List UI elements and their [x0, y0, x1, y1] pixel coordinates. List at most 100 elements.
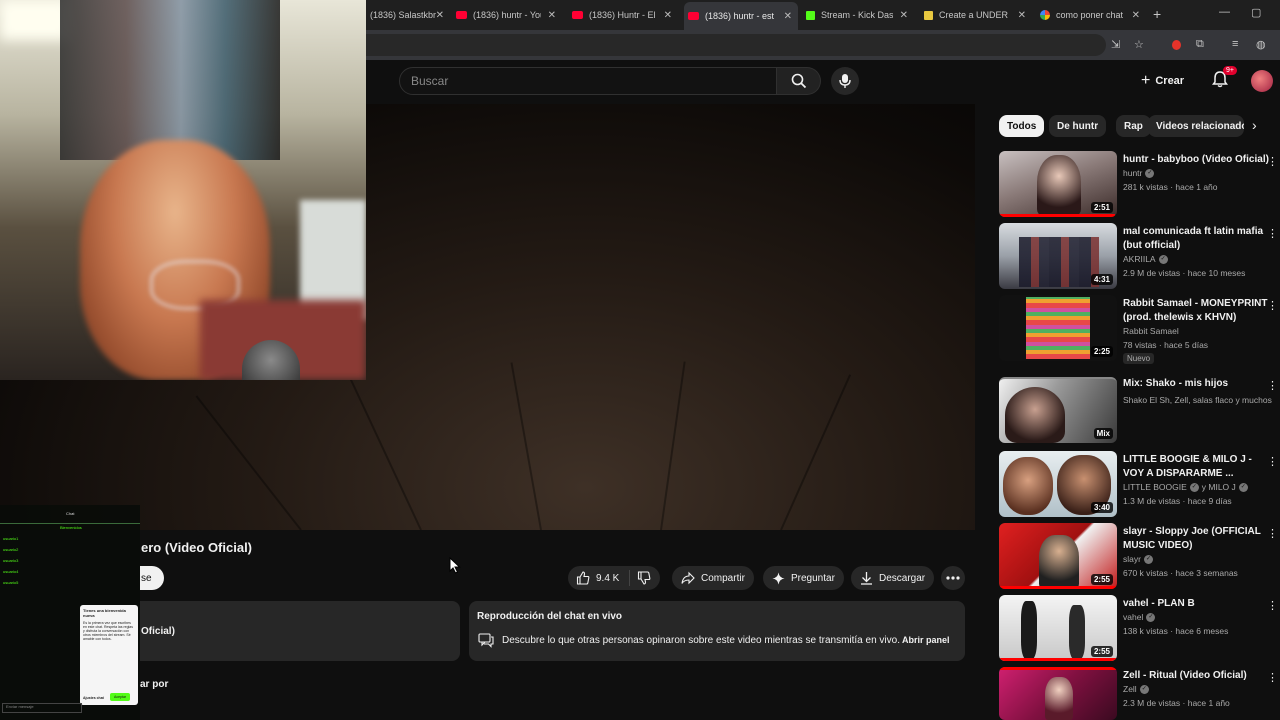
description-box[interactable]: Oficial) — [140, 601, 460, 661]
voice-search-button[interactable] — [831, 67, 859, 95]
close-tab-icon[interactable]: ✕ — [548, 10, 562, 21]
channel-name-row: Shako El Sh, Zell, salas flaco y muchos … — [1123, 395, 1273, 405]
live-chat-description: Descubre lo que otras personas opinaron … — [502, 635, 900, 646]
recommendation-item[interactable]: 2:55 slayr - Sloppy Joe (OFFICIAL MUSIC … — [999, 523, 1280, 591]
chip-videos-relacionados[interactable]: Videos relacionados — [1148, 115, 1244, 137]
chat-message: usuario3 — [3, 558, 18, 563]
chevron-right-icon[interactable]: › — [1252, 117, 1257, 133]
minimize-button[interactable]: — — [1219, 6, 1230, 18]
address-bar[interactable] — [366, 34, 1106, 56]
channel-name: Shako El Sh, Zell, salas flaco y muchos … — [1123, 395, 1273, 405]
video-thumbnail[interactable]: 2:55 — [999, 523, 1117, 589]
tab-huntr-youtube[interactable]: (1836) huntr - You ✕ — [452, 4, 562, 26]
comments-sort-by[interactable]: ar por — [140, 679, 168, 690]
watch-progress-bar — [999, 586, 1117, 589]
subscribe-button[interactable]: se — [140, 566, 164, 590]
tab-huntr-active[interactable]: (1836) huntr - est ✕ — [684, 2, 798, 30]
close-tab-icon[interactable]: ✕ — [900, 10, 914, 21]
more-vertical-icon[interactable]: ⋮ — [1267, 379, 1278, 392]
search-button[interactable] — [777, 67, 821, 95]
profile-icon[interactable]: ◍ — [1256, 38, 1266, 51]
sparkle-icon — [772, 571, 785, 585]
recording-extension-icon[interactable] — [1172, 40, 1181, 50]
media-control-icon[interactable]: ≡ — [1232, 38, 1238, 50]
extensions-icon[interactable]: ⧉ — [1196, 38, 1204, 51]
recommendation-item[interactable]: 2:51 huntr - babyboo (Video Oficial) hun… — [999, 151, 1280, 219]
more-vertical-icon[interactable]: ⋮ — [1267, 299, 1278, 312]
video-thumbnail[interactable]: 2:55 — [999, 595, 1117, 661]
download-button[interactable]: Descargar — [851, 566, 935, 590]
close-tab-icon[interactable]: ✕ — [436, 10, 450, 21]
new-tab-button[interactable]: + — [1153, 6, 1161, 22]
share-label: Compartir — [701, 572, 745, 584]
youtube-icon — [572, 11, 583, 19]
card-accept-button[interactable]: Aceptar — [110, 693, 131, 701]
share-button[interactable]: Compartir — [672, 566, 754, 590]
tab-label: (1836) Salastkbro — [370, 10, 436, 20]
video-thumbnail[interactable]: Mix — [999, 377, 1117, 443]
notifications-button[interactable]: 9+ — [1211, 66, 1237, 92]
create-button[interactable]: + Crear — [1141, 68, 1184, 94]
webcam-closet — [60, 0, 280, 160]
thumbnail-figure — [1003, 457, 1053, 515]
open-panel-button[interactable]: Abrir panel — [902, 635, 950, 645]
recommendation-item[interactable]: 3:40 LITTLE BOOGIE & MILO J - VOY A DISP… — [999, 451, 1280, 519]
floor-plank-line — [195, 395, 302, 530]
video-meta: 1.3 M de vistas · hace 9 días — [1123, 496, 1232, 506]
recommendation-item[interactable]: 2:25 Rabbit Samael - MONEYPRINT (prod. t… — [999, 295, 1280, 364]
video-thumbnail[interactable] — [999, 667, 1117, 720]
ask-button[interactable]: Preguntar — [763, 566, 844, 590]
bookmark-star-icon[interactable]: ☆ — [1134, 38, 1144, 51]
tab-huntr-el[interactable]: (1836) Huntr - El ✕ — [568, 4, 678, 26]
more-vertical-icon[interactable]: ⋮ — [1267, 599, 1278, 612]
more-vertical-icon[interactable]: ⋮ — [1267, 155, 1278, 168]
verified-icon: ✓ — [1189, 482, 1199, 492]
video-thumbnail[interactable]: 2:25 — [999, 295, 1117, 361]
more-vertical-icon[interactable]: ⋮ — [1267, 671, 1278, 684]
dislike-button[interactable] — [630, 571, 651, 585]
more-actions-button[interactable] — [941, 566, 965, 590]
chat-message: usuario2 — [3, 547, 18, 552]
chat-message-input[interactable]: Enviar mensaje — [2, 703, 82, 713]
close-tab-icon[interactable]: ✕ — [664, 10, 678, 21]
card-settings-link[interactable]: Ajustes chat — [83, 696, 104, 700]
tab-label: (1836) Huntr - El — [589, 10, 656, 20]
install-app-icon[interactable]: ⇲ — [1111, 38, 1120, 51]
video-thumbnail[interactable]: 2:51 — [999, 151, 1117, 217]
duration-badge: Mix — [1093, 428, 1113, 439]
chat-title: Chat — [66, 511, 75, 516]
recommendation-item[interactable]: Mix Mix: Shako - mis hijos Shako El Sh, … — [999, 377, 1280, 445]
video-thumbnail[interactable]: 3:40 — [999, 451, 1117, 517]
maximize-button[interactable]: ▢ — [1251, 6, 1261, 19]
chat-welcome-card: Tienes una bienvenida nueva Es la primer… — [80, 605, 138, 705]
close-tab-icon[interactable]: ✕ — [1018, 10, 1032, 21]
close-tab-icon[interactable]: ✕ — [784, 11, 798, 22]
live-chat-title: Reproducción del chat en vivo — [477, 611, 623, 622]
recommendation-item[interactable]: 4:31 mal comunicada ft latin mafia (but … — [999, 223, 1280, 291]
recommendation-item[interactable]: Zell - Ritual (Video Oficial) Zell ✓ 2.3 … — [999, 667, 1280, 720]
create-label: Crear — [1155, 75, 1185, 87]
recommendation-item[interactable]: 2:55 vahel - PLAN B vahel ✓ 138 k vistas … — [999, 595, 1280, 663]
chip-rap[interactable]: Rap — [1116, 115, 1151, 137]
tab-kick-stream[interactable]: Stream - Kick Das ✕ — [802, 4, 914, 26]
search-input[interactable] — [411, 74, 776, 88]
more-vertical-icon[interactable]: ⋮ — [1267, 227, 1278, 240]
card-title: Tienes una bienvenida nueva — [83, 608, 126, 618]
recommendation-title: vahel - PLAN B — [1123, 598, 1195, 609]
tab-create-under[interactable]: Create a UNDER ✕ — [920, 4, 1032, 26]
channel-name: vahel — [1123, 612, 1144, 622]
video-title: ero (Video Oficial) — [141, 540, 253, 555]
more-vertical-icon[interactable]: ⋮ — [1267, 455, 1278, 468]
account-avatar[interactable] — [1251, 70, 1273, 92]
channel-name: slayr — [1123, 554, 1141, 564]
video-thumbnail[interactable]: 4:31 — [999, 223, 1117, 289]
tab-salastkbro[interactable]: (1836) Salastkbro ✕ — [366, 4, 450, 26]
recommendation-title: huntr - babyboo (Video Oficial) — [1123, 154, 1269, 165]
chip-todos[interactable]: Todos — [999, 115, 1045, 137]
close-tab-icon[interactable]: ✕ — [1132, 10, 1146, 21]
more-vertical-icon[interactable]: ⋮ — [1267, 527, 1278, 540]
stream-chat-overlay: Chat Bienvenidos usuario1 usuario2 usuar… — [0, 505, 140, 720]
chip-de-huntr[interactable]: De huntr — [1049, 115, 1107, 137]
tab-google-chat[interactable]: como poner chat ✕ — [1036, 4, 1146, 26]
like-button[interactable]: 9.4 K — [568, 570, 630, 586]
